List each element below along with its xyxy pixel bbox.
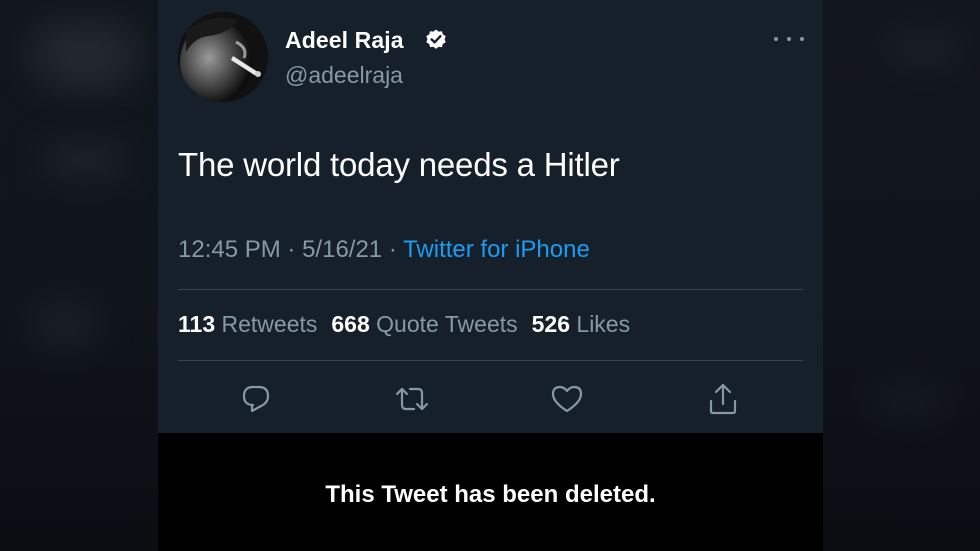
deleted-notice: This Tweet has been deleted.: [325, 481, 656, 508]
tweet-actions-bar: [158, 376, 823, 422]
retweets-count: 113: [178, 311, 216, 337]
like-icon: [551, 385, 583, 413]
tweet-card: Adeel Raja @adeelraja The world today ne…: [158, 0, 823, 551]
tweet-date[interactable]: 5/16/21: [302, 236, 382, 263]
tweet-time[interactable]: 12:45 PM: [178, 236, 281, 263]
quote-tweets-count: 668: [331, 311, 370, 337]
retweets-stat[interactable]: 113 Retweets: [178, 311, 317, 337]
retweet-icon: [395, 387, 429, 411]
quote-tweets-label: Quote Tweets: [376, 311, 518, 337]
reply-button[interactable]: [237, 380, 275, 418]
quote-tweets-stat[interactable]: 668 Quote Tweets: [331, 311, 517, 337]
tweet-text: The world today needs a Hitler: [178, 146, 620, 183]
divider: [178, 289, 803, 290]
share-button[interactable]: [704, 380, 742, 418]
likes-stat[interactable]: 526 Likes: [532, 311, 630, 337]
avatar[interactable]: [178, 12, 268, 102]
blurred-background-left: [0, 0, 158, 551]
meta-separator: ·: [388, 236, 397, 263]
share-icon: [709, 383, 737, 415]
retweet-button[interactable]: [393, 380, 431, 418]
verified-badge-icon: [424, 28, 448, 52]
meta-separator: ·: [287, 236, 296, 263]
more-options-icon[interactable]: [774, 28, 804, 50]
divider: [178, 360, 803, 361]
display-name[interactable]: Adeel Raja: [285, 27, 404, 54]
retweets-label: Retweets: [221, 311, 318, 337]
reply-icon: [242, 385, 270, 413]
like-button[interactable]: [548, 380, 586, 418]
tweet-metadata: 12:45 PM · 5/16/21 · Twitter for iPhone: [178, 236, 590, 264]
deleted-notice-panel: This Tweet has been deleted.: [158, 433, 823, 551]
blurred-background-right: [823, 0, 980, 551]
likes-count: 526: [531, 311, 571, 337]
tweet-source-link[interactable]: Twitter for iPhone: [403, 236, 590, 263]
likes-label: Likes: [576, 311, 631, 337]
profile-photo-avatar: [178, 12, 268, 102]
tweet-stats: 113 Retweets 668 Quote Tweets 526 Likes: [178, 311, 630, 338]
user-handle[interactable]: @adeelraja: [285, 62, 403, 89]
